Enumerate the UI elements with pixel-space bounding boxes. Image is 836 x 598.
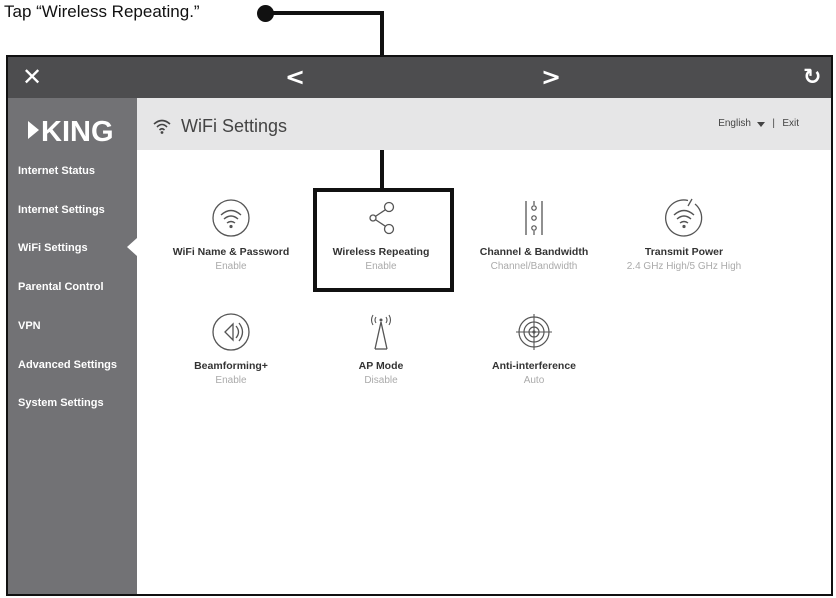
back-button[interactable]: < — [285, 57, 305, 98]
content-header: WiFi Settings English | Exit — [137, 98, 831, 150]
tile-label: WiFi Name & Password — [172, 246, 290, 258]
sidebar-item-system-settings[interactable]: System Settings — [18, 397, 104, 409]
tile-label: Anti-interference — [491, 360, 576, 372]
tile-status: 2.4 GHz High/5 GHz High — [626, 261, 742, 272]
wifi-power-icon — [665, 198, 703, 237]
beamforming-icon — [212, 313, 250, 351]
sidebar-item-internet-settings[interactable]: Internet Settings — [18, 204, 105, 216]
sidebar-item-parental-control[interactable]: Parental Control — [18, 281, 104, 293]
tile-status: Channel/Bandwidth — [490, 261, 578, 272]
sidebar-item-advanced-settings[interactable]: Advanced Settings — [18, 359, 117, 371]
tile-wifi-name-password[interactable]: WiFi Name & Password Enable — [156, 198, 306, 272]
logo-triangle-icon — [28, 121, 39, 139]
sidebar-item-vpn[interactable]: VPN — [18, 320, 41, 332]
exit-link[interactable]: Exit — [782, 118, 799, 129]
tile-anti-interference[interactable]: Anti-interference Auto — [459, 312, 609, 386]
instruction-callout-text: Tap “Wireless Repeating.” — [4, 2, 200, 21]
callout-line — [266, 11, 383, 15]
wifi-circle-icon — [212, 199, 250, 237]
sidebar-item-wifi-settings[interactable]: WiFi Settings — [18, 242, 88, 254]
tile-beamforming[interactable]: Beamforming+ Enable — [156, 312, 306, 386]
top-toolbar: ✕ < > ↻ — [8, 57, 831, 98]
tile-label: Channel & Bandwidth — [479, 246, 589, 258]
highlight-box — [313, 188, 454, 292]
tile-status: Enable — [215, 375, 247, 386]
tile-label: Beamforming+ — [194, 360, 268, 372]
language-select[interactable]: English — [718, 118, 751, 129]
tile-status: Disable — [364, 375, 398, 386]
antenna-icon — [370, 314, 392, 350]
king-logo: KING — [28, 116, 114, 149]
channel-bars-icon — [525, 201, 543, 235]
tile-label: Transmit Power — [644, 246, 724, 258]
forward-button[interactable]: > — [541, 57, 561, 98]
tile-channel-bandwidth[interactable]: Channel & Bandwidth Channel/Bandwidth — [459, 198, 609, 272]
sidebar-item-internet-status[interactable]: Internet Status — [18, 165, 95, 177]
target-icon — [516, 314, 552, 350]
refresh-button[interactable]: ↻ — [803, 57, 821, 98]
close-button[interactable]: ✕ — [22, 57, 42, 98]
wifi-icon — [153, 119, 171, 134]
tile-transmit-power[interactable]: Transmit Power 2.4 GHz High/5 GHz High — [609, 198, 759, 272]
tile-label: AP Mode — [358, 360, 404, 372]
tile-status: Enable — [215, 261, 247, 272]
sidebar: KING Internet Status Internet Settings W… — [8, 98, 137, 594]
logo-text: KING — [41, 116, 114, 148]
tile-status: Auto — [523, 375, 545, 386]
active-item-pointer — [127, 238, 137, 256]
page-title: WiFi Settings — [181, 116, 288, 136]
app-window: ✕ < > ↻ KING Internet Status Internet Se… — [6, 55, 833, 596]
caret-down-icon[interactable] — [757, 122, 765, 127]
tile-ap-mode[interactable]: AP Mode Disable — [306, 312, 456, 386]
header-separator: | — [772, 118, 775, 129]
